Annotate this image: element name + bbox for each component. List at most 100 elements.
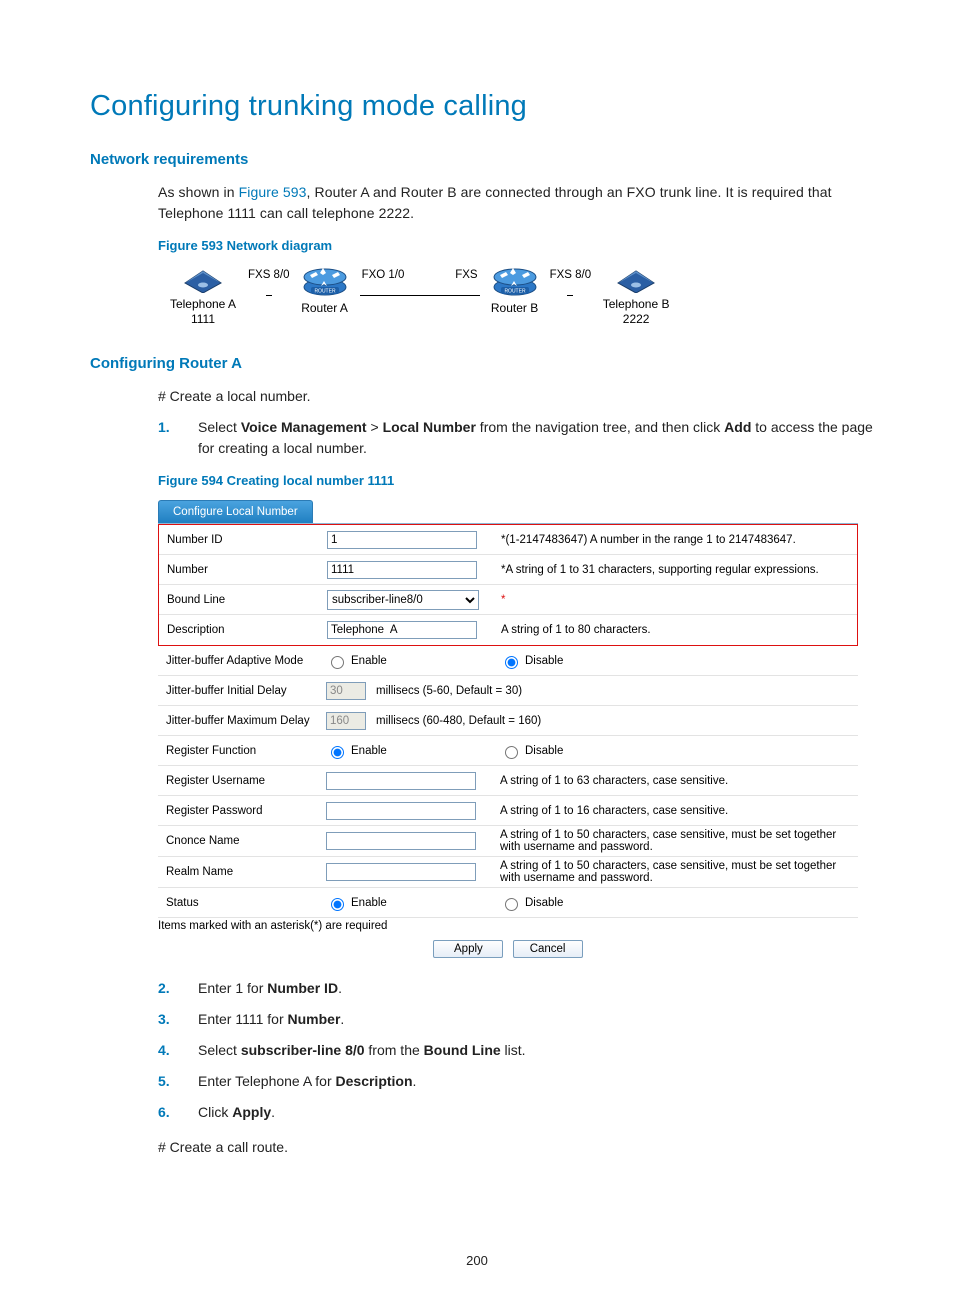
svg-text:ROUTER: ROUTER (504, 289, 526, 295)
row-jb-initial-delay: Jitter-buffer Initial Delay millisecs (5… (158, 676, 858, 706)
input-cnonce[interactable] (326, 832, 476, 850)
figure-593-link[interactable]: Figure 593 (239, 184, 307, 200)
router-a-label: Router A (301, 301, 348, 316)
row-register-username: Register Username A string of 1 to 63 ch… (158, 766, 858, 796)
intro-paragraph: As shown in Figure 593, Router A and Rou… (90, 182, 874, 224)
input-jb-init (326, 682, 366, 700)
step-number: 1. (158, 417, 170, 438)
row-register-password: Register Password A string of 1 to 16 ch… (158, 796, 858, 826)
router-icon: ROUTER (302, 263, 348, 297)
form-required-note: Items marked with an asterisk(*) are req… (158, 920, 858, 932)
help-number: *A string of 1 to 31 characters, support… (487, 564, 849, 576)
router-icon: ROUTER (492, 263, 538, 297)
row-number-id: Number ID *(1-2147483647) A number in th… (159, 525, 857, 555)
page-number: 200 (0, 1253, 954, 1268)
step-6: 6. Click Apply. (188, 1102, 874, 1123)
radio-reg-fn-disable[interactable] (505, 746, 518, 759)
tab-configure-local-number[interactable]: Configure Local Number (158, 500, 313, 523)
input-number[interactable] (327, 561, 477, 579)
radio-jb-mode-enable[interactable] (331, 656, 344, 669)
node-router-b: ROUTER Router B (480, 263, 550, 316)
row-number: Number *A string of 1 to 31 characters, … (159, 555, 857, 585)
hash-create-call-route: # Create a call route. (158, 1137, 874, 1158)
label-status: Status (166, 897, 326, 909)
help-number-id: *(1-2147483647) A number in the range 1 … (487, 534, 849, 546)
apply-button[interactable]: Apply (433, 940, 503, 958)
port-fxo10: FXO 1/0 (362, 269, 405, 281)
configure-local-number-form: Configure Local Number Number ID *(1-214… (158, 498, 858, 958)
row-register-function: Register Function Enable Disable (158, 736, 858, 766)
figure-593-caption: Figure 593 Network diagram (158, 238, 874, 253)
network-diagram: Telephone A 1111 FXS 8/0 ROUTER Router A (158, 263, 874, 327)
section-network-requirements: Network requirements (90, 151, 874, 168)
step-number: 5. (158, 1071, 170, 1092)
section-configuring-router-a: Configuring Router A (90, 355, 874, 372)
help-description: A string of 1 to 80 characters. (487, 624, 849, 636)
help-realm: A string of 1 to 50 characters, case sen… (486, 860, 850, 884)
label-reg-fn: Register Function (166, 745, 326, 757)
input-description[interactable] (327, 621, 477, 639)
radio-status-disable[interactable] (505, 898, 518, 911)
help-cnonce: A string of 1 to 50 characters, case sen… (486, 829, 850, 853)
input-reg-user[interactable] (326, 772, 476, 790)
hash-create-local-number: # Create a local number. (158, 386, 874, 407)
radio-reg-fn-enable[interactable] (331, 746, 344, 759)
row-bound-line: Bound Line subscriber-line8/0 * (159, 585, 857, 615)
step-2: 2. Enter 1 for Number ID. (188, 978, 874, 999)
help-reg-user: A string of 1 to 63 characters, case sen… (486, 775, 850, 787)
row-jb-max-delay: Jitter-buffer Maximum Delay millisecs (6… (158, 706, 858, 736)
node-telephone-a: Telephone A 1111 (158, 263, 248, 327)
row-jb-adaptive-mode: Jitter-buffer Adaptive Mode Enable Disab… (158, 646, 858, 676)
help-bound-line: * (501, 594, 505, 606)
select-bound-line[interactable]: subscriber-line8/0 (327, 590, 479, 610)
step-number: 4. (158, 1040, 170, 1061)
label-realm: Realm Name (166, 866, 326, 878)
port-fxs-b: FXS (455, 269, 477, 281)
svg-text:ROUTER: ROUTER (314, 289, 336, 295)
label-jb-init: Jitter-buffer Initial Delay (166, 685, 326, 697)
port-fxs80-a: FXS 8/0 (248, 263, 290, 317)
row-status: Status Enable Disable (158, 888, 858, 918)
label-cnonce: Cnonce Name (166, 835, 326, 847)
label-number-id: Number ID (167, 534, 327, 546)
intro-text-1: As shown in (158, 184, 239, 200)
help-reg-pass: A string of 1 to 16 characters, case sen… (486, 805, 850, 817)
radio-jb-mode-disable[interactable] (505, 656, 518, 669)
page-title: Configuring trunking mode calling (90, 90, 874, 123)
trunk-segment: FXO 1/0 FXS (360, 263, 480, 317)
label-reg-user: Register Username (166, 775, 326, 787)
input-reg-pass[interactable] (326, 802, 476, 820)
node-router-a: ROUTER Router A (290, 263, 360, 316)
phone-a-label: Telephone A (170, 297, 236, 311)
step-number: 6. (158, 1102, 170, 1123)
row-cnonce-name: Cnonce Name A string of 1 to 50 characte… (158, 826, 858, 857)
row-description: Description A string of 1 to 80 characte… (159, 615, 857, 645)
phone-a-number: 1111 (191, 312, 215, 326)
node-telephone-b: Telephone B 2222 (591, 263, 681, 327)
input-jb-max (326, 712, 366, 730)
step-1: 1. Select Voice Management > Local Numbe… (188, 417, 874, 459)
highlighted-fields-box: Number ID *(1-2147483647) A number in th… (158, 524, 858, 646)
label-reg-pass: Register Password (166, 805, 326, 817)
step-number: 2. (158, 978, 170, 999)
label-bound-line: Bound Line (167, 594, 327, 606)
radio-status-enable[interactable] (331, 898, 344, 911)
label-jb-mode: Jitter-buffer Adaptive Mode (166, 655, 326, 667)
help-jb-max: millisecs (60-480, Default = 160) (376, 715, 541, 727)
step-4: 4. Select subscriber-line 8/0 from the B… (188, 1040, 874, 1061)
label-description: Description (167, 624, 327, 636)
cancel-button[interactable]: Cancel (513, 940, 583, 958)
phone-b-label: Telephone B (603, 297, 670, 311)
figure-594-caption: Figure 594 Creating local number 1111 (158, 473, 874, 488)
phone-b-number: 2222 (623, 312, 650, 326)
input-realm[interactable] (326, 863, 476, 881)
router-b-label: Router B (491, 301, 538, 316)
label-number: Number (167, 564, 327, 576)
help-jb-init: millisecs (5-60, Default = 30) (376, 685, 522, 697)
port-fxs80-b: FXS 8/0 (550, 263, 592, 317)
label-jb-max: Jitter-buffer Maximum Delay (166, 715, 326, 727)
phone-icon (614, 263, 658, 293)
input-number-id[interactable] (327, 531, 477, 549)
step-3: 3. Enter 1111 for Number. (188, 1009, 874, 1030)
step-number: 3. (158, 1009, 170, 1030)
